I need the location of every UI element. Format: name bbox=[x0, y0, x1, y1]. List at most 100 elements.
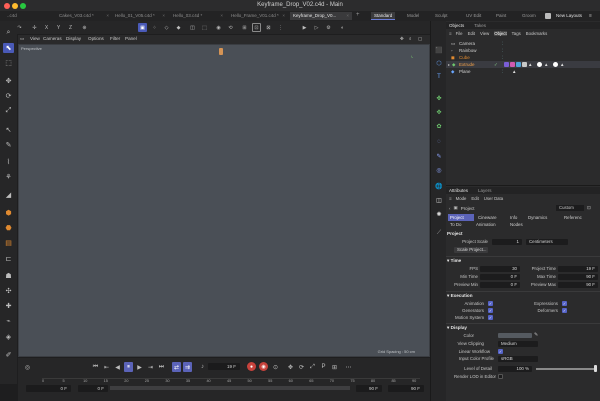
next-key-icon[interactable]: ⇥ bbox=[146, 362, 155, 372]
preview-range-slider[interactable] bbox=[110, 386, 350, 390]
spline-icon[interactable]: ◈ bbox=[3, 332, 14, 342]
document-tab[interactable]: ..c4d bbox=[4, 12, 34, 20]
tab-project[interactable]: Project bbox=[448, 214, 474, 221]
menu-panel[interactable]: Panel bbox=[125, 36, 137, 41]
list-item[interactable]: ▭ Camera ⁚ bbox=[446, 40, 600, 47]
hair-icon[interactable]: ⌁ bbox=[3, 316, 14, 326]
3d-viewport[interactable]: Perspective ⌞ Grid Spacing : 50 cm bbox=[18, 44, 430, 357]
menu-options[interactable]: Options bbox=[88, 36, 104, 41]
render-view-icon[interactable]: ▶ bbox=[300, 23, 309, 32]
select-tool-icon[interactable]: ⬉ bbox=[3, 43, 14, 53]
menu-object[interactable]: Object bbox=[494, 31, 507, 36]
layout-paint[interactable]: Paint bbox=[493, 12, 509, 20]
viewport-move-icon[interactable]: ✥ bbox=[400, 36, 404, 42]
tab-info[interactable]: Info bbox=[508, 214, 524, 221]
menu-mode[interactable]: Mode bbox=[456, 196, 467, 201]
min-time-field[interactable]: 0 F bbox=[480, 274, 520, 280]
document-tab[interactable]: Hello_03.c4d * × bbox=[170, 12, 226, 20]
material-tag-icon[interactable] bbox=[510, 62, 515, 67]
coordinate-system-icon[interactable]: ⊕ bbox=[80, 23, 89, 32]
tag-icon[interactable]: ▲ bbox=[512, 68, 516, 75]
expand-arrow-icon[interactable]: ▸ bbox=[448, 61, 450, 68]
paint-icon[interactable]: ⚘ bbox=[3, 172, 14, 182]
material-tag-icon[interactable] bbox=[553, 62, 558, 67]
viewport-maximize-icon[interactable]: ▢ bbox=[418, 36, 422, 42]
generators-checkbox[interactable]: ✓ bbox=[488, 308, 493, 313]
environment-icon[interactable]: 🌐 bbox=[434, 181, 444, 191]
character-icon[interactable]: ☗ bbox=[3, 271, 14, 281]
primitive-icon[interactable]: ⬣ bbox=[3, 223, 14, 233]
timeline-settings-icon[interactable]: ◎ bbox=[23, 362, 32, 372]
search-icon[interactable]: ⌕ bbox=[3, 28, 14, 38]
timeline-ruler[interactable]: 0 5 10 15 20 25 30 35 40 45 50 55 60 65 70 75 80 85 90 bbox=[42, 378, 420, 385]
effector-icon[interactable]: ✥ bbox=[434, 107, 444, 117]
linear-workflow-checkbox[interactable]: ✓ bbox=[498, 349, 503, 354]
level-of-detail-field[interactable]: 100 % bbox=[498, 366, 532, 372]
axis-y-toggle[interactable]: Y bbox=[54, 23, 63, 32]
color-swatch[interactable] bbox=[498, 333, 532, 338]
key-pla-icon[interactable]: ⊞ bbox=[330, 362, 339, 372]
tab-to-do[interactable]: To Do bbox=[448, 221, 472, 228]
camera-icon[interactable]: ◫ bbox=[434, 195, 444, 205]
preview-end-field[interactable]: 90 F bbox=[356, 385, 382, 392]
add-tab-icon[interactable]: + bbox=[356, 12, 360, 18]
material-tag-icon[interactable] bbox=[537, 62, 542, 67]
points-mode-icon[interactable]: ⁘ bbox=[150, 23, 159, 32]
project-scale-unit-dropdown[interactable]: Centimeters bbox=[526, 239, 568, 245]
axis-x-toggle[interactable]: X bbox=[42, 23, 51, 32]
edges-mode-icon[interactable]: ◇ bbox=[162, 23, 171, 32]
texture-mode-icon[interactable]: ⬚ bbox=[200, 23, 209, 32]
project-time-field[interactable]: 19 F bbox=[558, 266, 598, 272]
start-frame-field[interactable]: 0 F bbox=[26, 385, 71, 392]
menu-file[interactable]: File bbox=[456, 31, 463, 36]
menu-tags[interactable]: Tags bbox=[512, 31, 521, 36]
list-item[interactable]: ◦ Rainbow ⁚ bbox=[446, 47, 600, 54]
tab-referenc[interactable]: Referenc bbox=[562, 214, 596, 221]
key-rotation-icon[interactable]: ⟳ bbox=[297, 362, 306, 372]
visibility-dots-icon[interactable]: ⁚ bbox=[502, 68, 503, 75]
layout-groom[interactable]: Groom bbox=[519, 12, 539, 20]
go-to-end-icon[interactable]: ⏭ bbox=[157, 362, 166, 372]
tab-attributes[interactable]: Attributes bbox=[449, 188, 468, 193]
tab-layers[interactable]: Layers bbox=[478, 188, 492, 193]
menu-edit[interactable]: Edit bbox=[468, 31, 475, 36]
key-param-icon[interactable]: P bbox=[319, 362, 328, 372]
model-mode-icon[interactable]: ▣ bbox=[138, 23, 147, 32]
motion-record-icon[interactable]: ⋯ bbox=[344, 362, 353, 372]
back-icon[interactable]: ‹ bbox=[449, 206, 451, 211]
list-item[interactable]: ◼ Cube ⁚ bbox=[446, 54, 600, 61]
triangle-tag-icon[interactable]: ▲ bbox=[560, 61, 564, 68]
section-time[interactable]: ▾ Time bbox=[447, 258, 461, 264]
sound-icon[interactable]: ♪ bbox=[198, 362, 207, 372]
level-of-detail-slider[interactable] bbox=[536, 368, 596, 370]
close-tab-icon[interactable]: × bbox=[162, 12, 165, 20]
field-icon[interactable]: ◎ bbox=[434, 165, 444, 175]
deformers-checkbox[interactable]: ✓ bbox=[562, 308, 567, 313]
list-item-selected[interactable]: ▸ ◆ Extrude ✓ ▲ ▲ ▲ bbox=[446, 61, 600, 68]
move-icon[interactable]: ✥ bbox=[3, 76, 14, 86]
expressions-checkbox[interactable]: ✓ bbox=[562, 301, 567, 306]
play-pause-button[interactable]: ⏸ bbox=[124, 362, 133, 372]
attributes-mode-dropdown[interactable]: Custom bbox=[556, 205, 584, 211]
tab-cineware[interactable]: Cineware bbox=[476, 214, 504, 221]
preview-min-field[interactable]: 0 F bbox=[480, 282, 520, 288]
new-layouts-button[interactable]: New Layouts bbox=[553, 12, 585, 20]
motion-system-checkbox[interactable]: ✓ bbox=[488, 315, 493, 320]
close-tab-icon[interactable]: × bbox=[220, 12, 223, 20]
spline-pen-icon[interactable]: ✎ bbox=[434, 151, 444, 161]
grid-snap-icon[interactable]: ⋮ bbox=[276, 23, 285, 32]
menu-filter[interactable]: Filter bbox=[110, 36, 120, 41]
section-display[interactable]: ▾ Display bbox=[447, 325, 467, 331]
end-frame-field[interactable]: 90 F bbox=[388, 385, 424, 392]
deformer-icon[interactable]: ⊏ bbox=[3, 254, 14, 264]
eyedropper-icon[interactable]: ✎ bbox=[534, 332, 538, 338]
viewport-zoom-icon[interactable]: ⌕ bbox=[409, 36, 412, 41]
menu-display[interactable]: Display bbox=[66, 36, 81, 41]
material-tag-icon[interactable] bbox=[522, 62, 527, 67]
solo-icon[interactable]: ◉ bbox=[214, 23, 223, 32]
close-tab-icon[interactable]: × bbox=[346, 12, 349, 20]
menu-icon[interactable]: ≡ bbox=[589, 13, 592, 19]
triangle-tag-icon[interactable]: ▲ bbox=[528, 61, 532, 68]
tab-dynamics[interactable]: Dynamics bbox=[526, 214, 559, 221]
menu-view[interactable]: View bbox=[480, 31, 489, 36]
